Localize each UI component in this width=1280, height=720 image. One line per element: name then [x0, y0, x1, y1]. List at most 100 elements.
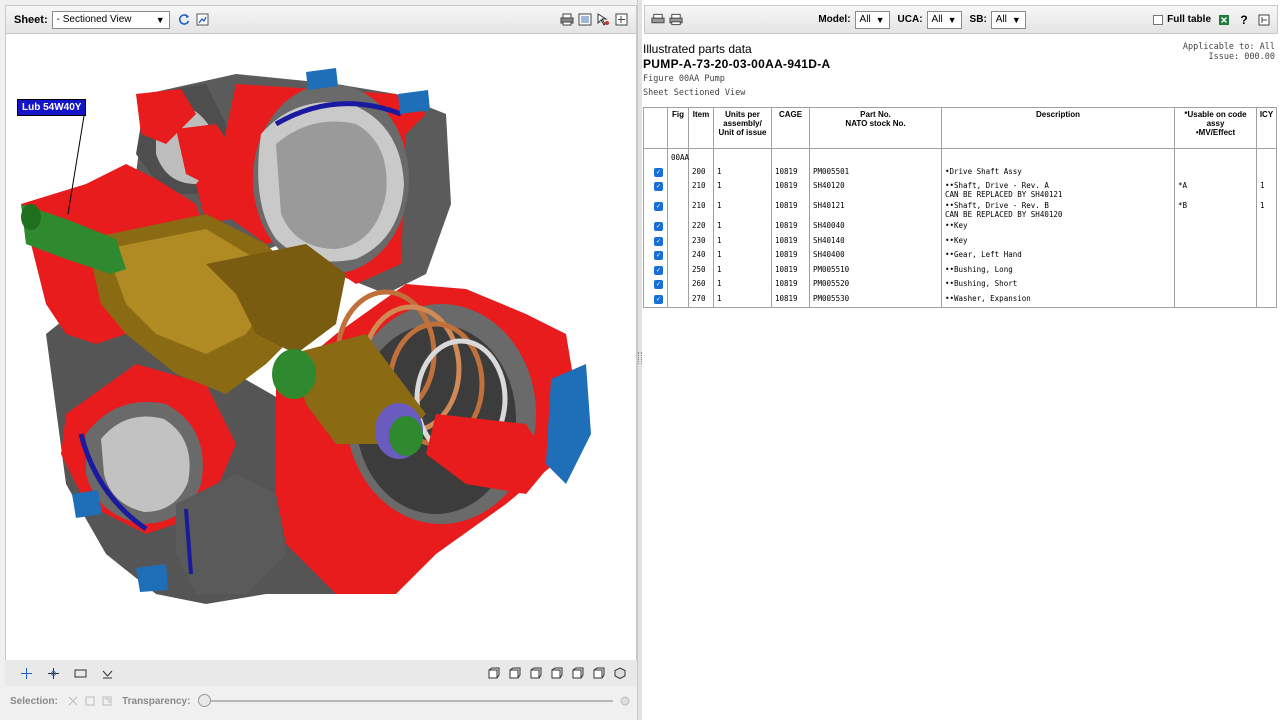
cage-cell: 10819: [771, 220, 810, 235]
cage-cell: 10819: [771, 278, 810, 293]
fit-view-icon[interactable]: [578, 13, 592, 27]
move-icon[interactable]: [19, 666, 33, 680]
fig-cell: [667, 165, 689, 180]
fig-cell: [667, 278, 689, 293]
excel-export-icon[interactable]: [1217, 13, 1231, 27]
row-checkbox[interactable]: ✓: [654, 265, 663, 275]
help-icon[interactable]: ?: [1237, 13, 1251, 27]
sb-label: SB:: [969, 14, 987, 25]
ipd-header: Illustrated parts data PUMP-A-73-20-03-0…: [643, 42, 1277, 98]
table-row[interactable]: ✓ 250 1 10819 PM005510 ••Bushing, Long: [643, 263, 1277, 278]
box-select-icon[interactable]: [73, 666, 87, 680]
table-header-row: Fig Item Units per assembly/ Unit of iss…: [643, 107, 1277, 149]
row-checkbox[interactable]: ✓: [654, 182, 663, 191]
select-cell[interactable]: ✓: [643, 278, 668, 293]
collapse-panel-icon[interactable]: [1257, 13, 1271, 27]
applicability: Applicable to: All Issue: 000.00: [1183, 42, 1275, 62]
col-header-units: Units per assembly/ Unit of issue: [713, 107, 772, 149]
table-row[interactable]: ✓ 200 1 10819 PM005501 •Drive Shaft Assy: [643, 165, 1277, 180]
table-row[interactable]: ✓ 210 1 10819 SH40120 ••Shaft, Drive - Rev. A…: [643, 180, 1277, 200]
col-header-fig: Fig: [667, 107, 689, 149]
row-checkbox[interactable]: ✓: [654, 167, 663, 177]
view-top-icon[interactable]: [571, 666, 585, 680]
cage-cell: 10819: [771, 249, 810, 264]
item-cell: 210: [688, 200, 714, 220]
item-cell: 210: [688, 180, 714, 200]
col-header-item: Item: [688, 107, 714, 149]
view-right-icon[interactable]: [550, 666, 564, 680]
select-cell[interactable]: ✓: [643, 165, 668, 180]
table-row[interactable]: ✓ 260 1 10819 PM005520 ••Bushing, Short: [643, 278, 1277, 293]
expand-panel-icon[interactable]: [614, 13, 628, 27]
model-label: Model:: [818, 14, 851, 25]
select-cell[interactable]: ✓: [643, 292, 668, 308]
table-row[interactable]: ✓ 240 1 10819 SH40400 ••Gear, Left Hand: [643, 249, 1277, 264]
view-front-icon[interactable]: [487, 666, 501, 680]
issue-number: Issue: 000.00: [1208, 52, 1275, 62]
chevron-down-icon: ▼: [155, 14, 165, 25]
transparency-slider-thumb[interactable]: [198, 694, 212, 707]
fig-cell: [667, 200, 689, 220]
sheet-line: Sheet Sectioned View: [643, 88, 746, 98]
refresh-icon[interactable]: [178, 13, 192, 27]
units-cell: 1: [713, 165, 772, 180]
show-all-icon[interactable]: [101, 694, 114, 708]
table-row[interactable]: ✓ 230 1 10819 SH40140 ••Key: [643, 234, 1277, 249]
pointer-icon[interactable]: [596, 13, 610, 27]
transparency-icon: [619, 694, 632, 708]
view-iso-icon[interactable]: [613, 666, 627, 680]
row-checkbox[interactable]: ✓: [654, 202, 663, 211]
table-row[interactable]: ✓ 270 1 10819 PM005530 ••Washer, Expansion: [643, 292, 1277, 308]
transparency-slider[interactable]: [198, 694, 613, 707]
isolate-selection-icon[interactable]: [83, 694, 96, 708]
table-row[interactable]: ✓ 220 1 10819 SH40040 ••Key: [643, 220, 1277, 235]
table-row[interactable]: ✓ 210 1 10819 SH40121 ••Shaft, Drive - Rev. B…: [643, 200, 1277, 220]
table-cell: [713, 148, 772, 166]
sb-select[interactable]: All ▼: [990, 10, 1026, 29]
row-checkbox[interactable]: ✓: [654, 294, 663, 304]
hide-selection-icon[interactable]: [66, 694, 79, 708]
description-cell: ••Washer, Expansion: [941, 292, 1175, 308]
usable-on-cell: [1174, 263, 1257, 278]
col-header-description: Description: [941, 107, 1175, 149]
sheet-select-value: - Sectioned View: [56, 14, 132, 25]
select-cell[interactable]: ✓: [643, 234, 668, 249]
app: Sheet: - Sectioned View ▼ Lub 54W40Y Sel…: [0, 0, 1280, 720]
full-table-checkbox[interactable]: [1153, 14, 1164, 25]
select-cell[interactable]: ✓: [643, 249, 668, 264]
row-checkbox[interactable]: ✓: [654, 280, 663, 289]
cage-cell: 10819: [771, 292, 810, 308]
select-cell[interactable]: ✓: [643, 220, 668, 235]
units-cell: 1: [713, 220, 772, 235]
parts-table-body: 00AA ✓ 200 1 10819 PM005501 •Drive Shaft Assy…: [643, 148, 1277, 308]
select-cell[interactable]: ✓: [643, 263, 668, 278]
print-icon[interactable]: [560, 13, 574, 27]
units-cell: 1: [713, 249, 772, 264]
reset-view-icon[interactable]: [100, 666, 114, 680]
3d-viewer[interactable]: [5, 34, 637, 660]
select-cell[interactable]: ✓: [643, 200, 668, 220]
model-select[interactable]: All ▼: [854, 10, 890, 29]
rotate-icon[interactable]: [46, 666, 60, 680]
select-cell[interactable]: ✓: [643, 180, 668, 200]
pump-sectioned-illustration[interactable]: [6, 34, 636, 660]
sheet-select[interactable]: - Sectioned View ▼: [51, 10, 170, 29]
export-image-icon[interactable]: [196, 13, 210, 27]
row-checkbox[interactable]: ✓: [654, 251, 663, 260]
view-back-icon[interactable]: [508, 666, 522, 680]
print-preview-icon[interactable]: [651, 13, 665, 27]
uca-select[interactable]: All ▼: [926, 10, 962, 29]
selection-label: Selection:: [10, 695, 58, 707]
col-header-part-no: Part No. NATO stock No.: [809, 107, 942, 149]
col-header-cage: CAGE: [771, 107, 810, 149]
view-left-icon[interactable]: [529, 666, 543, 680]
lubricant-callout[interactable]: Lub 54W40Y: [17, 99, 87, 116]
row-checkbox[interactable]: ✓: [654, 236, 663, 246]
description-cell: ••Shaft, Drive - Rev. B CAN BE REPLACED …: [941, 200, 1175, 220]
print-table-icon[interactable]: [669, 13, 683, 27]
fig-cell: [667, 220, 689, 235]
row-checkbox[interactable]: ✓: [654, 222, 663, 231]
description-cell: •Drive Shaft Assy: [941, 165, 1175, 180]
description-cell: ••Bushing, Short: [941, 278, 1175, 293]
view-bottom-icon[interactable]: [592, 666, 606, 680]
